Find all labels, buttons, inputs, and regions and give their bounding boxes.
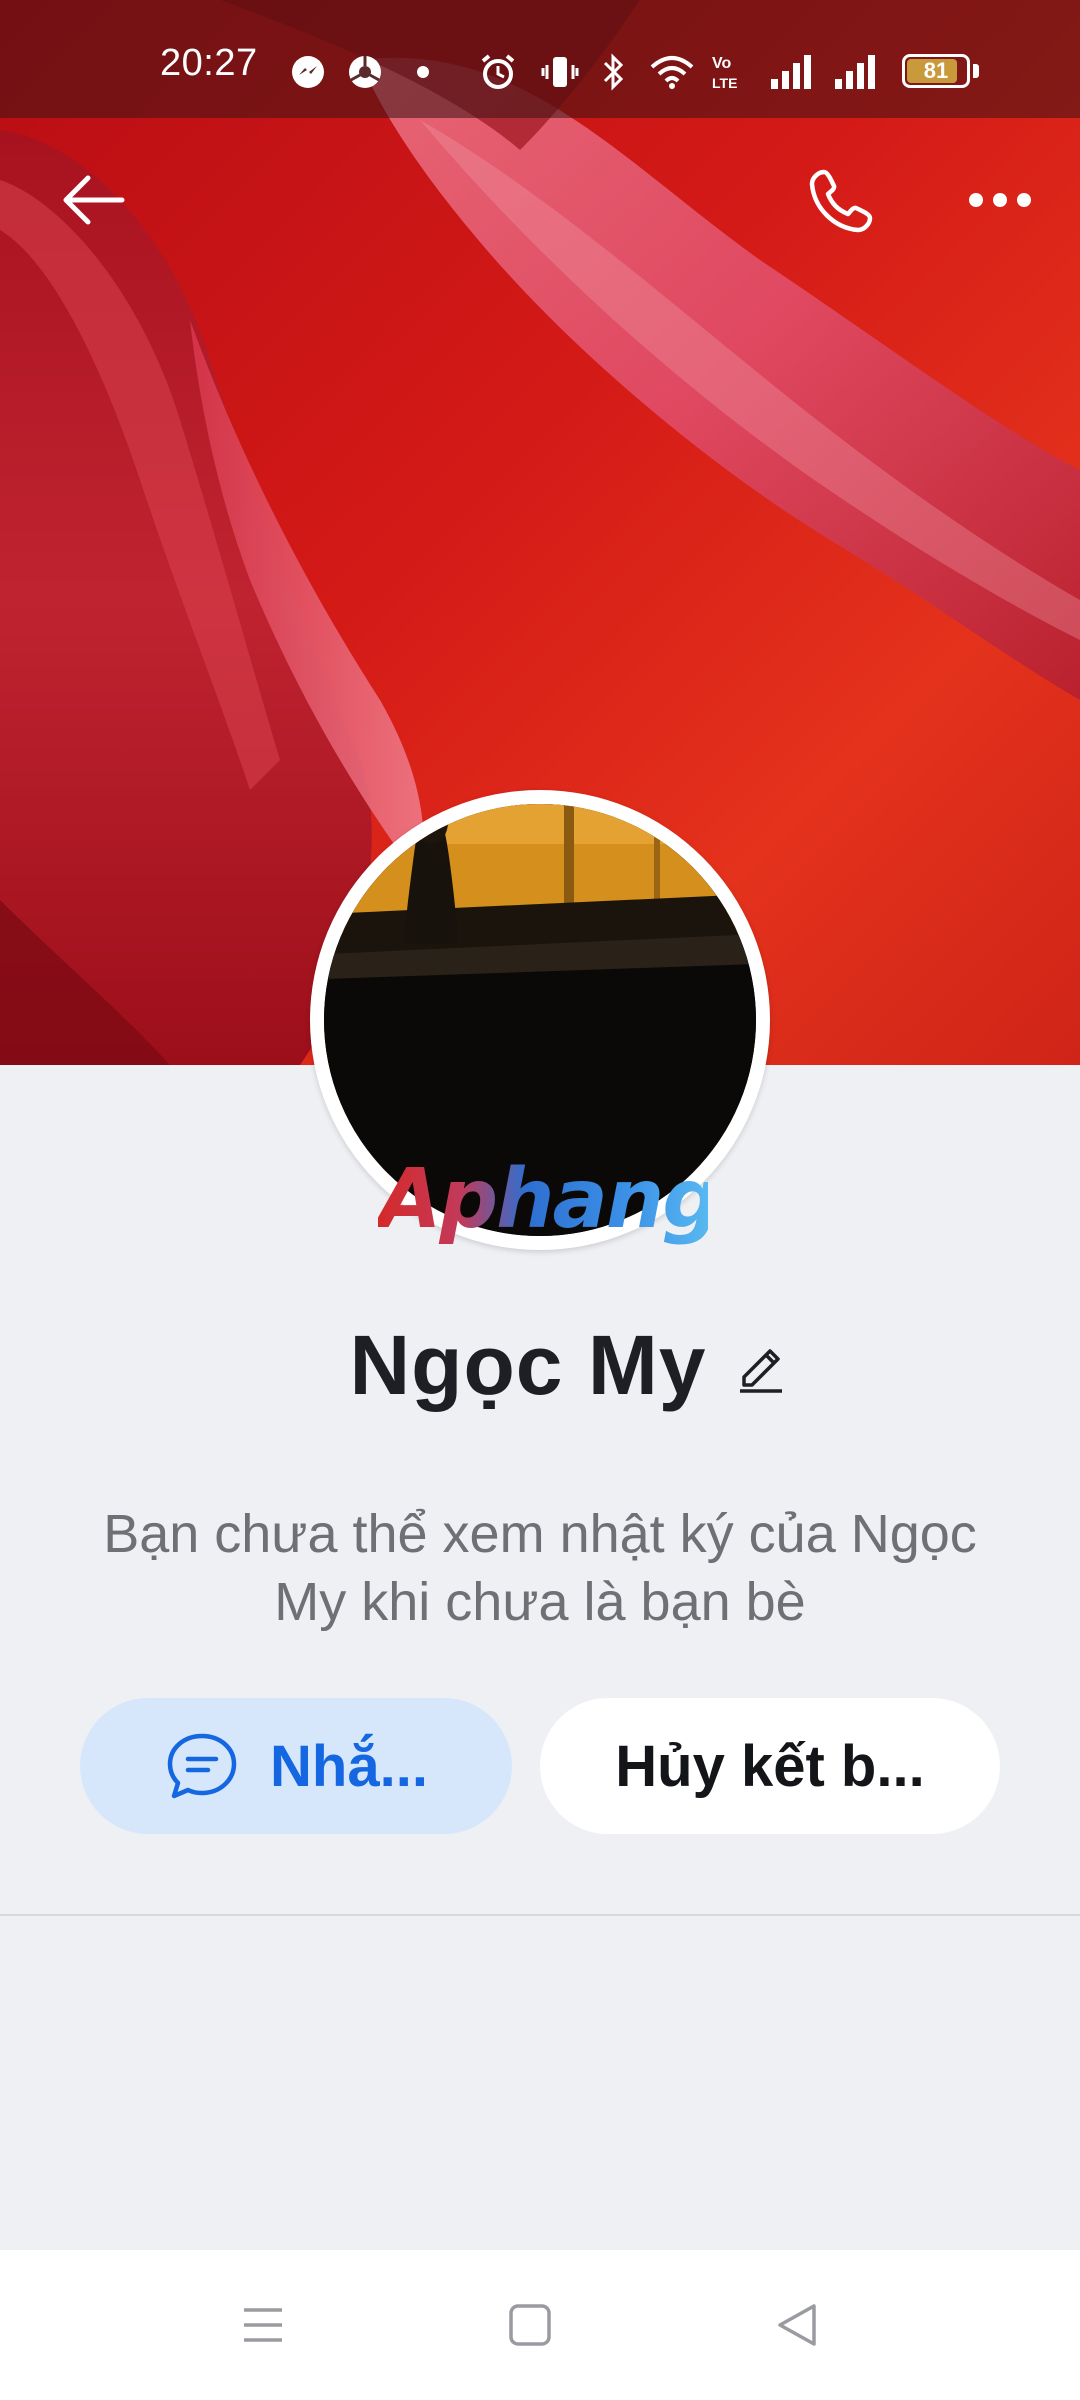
name-row: Ngọc My	[0, 1315, 1080, 1415]
browser-icon	[345, 50, 385, 94]
ellipsis-icon	[969, 193, 1031, 207]
message-button-label: Nhắ...	[270, 1733, 428, 1799]
wifi-icon	[646, 50, 698, 94]
system-nav-bar	[0, 2250, 1080, 2400]
message-button[interactable]: Nhắ...	[80, 1698, 512, 1834]
back-button[interactable]	[48, 155, 138, 245]
home-button[interactable]	[485, 2280, 575, 2370]
call-button[interactable]	[795, 155, 885, 245]
recent-apps-button[interactable]	[218, 2280, 308, 2370]
privacy-note: Bạn chưa thể xem nhật ký của Ngọc My khi…	[103, 1504, 977, 1632]
unfriend-button-label: Hủy kết b...	[615, 1733, 925, 1799]
more-options-button[interactable]	[955, 155, 1045, 245]
back-triangle-icon	[778, 2304, 816, 2346]
volte-icon: Vo LTE	[710, 50, 754, 94]
signal-icon	[768, 50, 818, 94]
profile-screen: 20:27 Vo LTE 81 Aphang Ngọc My Bạn chưa …	[0, 0, 1080, 2400]
svg-text:LTE: LTE	[712, 75, 737, 91]
notification-dot-icon	[410, 50, 436, 94]
vibrate-icon	[540, 50, 580, 94]
alarm-icon	[478, 50, 518, 94]
battery-indicator: 81	[902, 54, 970, 88]
status-bar: 20:27 Vo LTE 81	[0, 0, 1080, 118]
pencil-icon	[739, 1349, 782, 1393]
home-square-icon	[509, 2304, 551, 2346]
status-time: 20:27	[160, 42, 258, 84]
bluetooth-icon	[596, 50, 632, 94]
signal-icon	[832, 50, 882, 94]
battery-tip	[973, 64, 979, 78]
profile-name: Ngọc My	[349, 1317, 707, 1412]
section-divider	[0, 1914, 1080, 1916]
watermark-logo: Aphang	[378, 1150, 721, 1250]
messenger-icon	[288, 50, 328, 94]
battery-level: 81	[923, 58, 949, 83]
arrow-left-icon	[63, 175, 125, 225]
unfriend-button[interactable]: Hủy kết b...	[540, 1698, 1000, 1834]
edit-name-button[interactable]	[731, 1335, 791, 1395]
chat-bubble-icon	[167, 1733, 237, 1799]
nav-back-button[interactable]	[752, 2280, 842, 2370]
svg-text:Vo: Vo	[712, 55, 731, 72]
phone-icon	[809, 169, 873, 233]
menu-icon	[244, 2308, 282, 2342]
